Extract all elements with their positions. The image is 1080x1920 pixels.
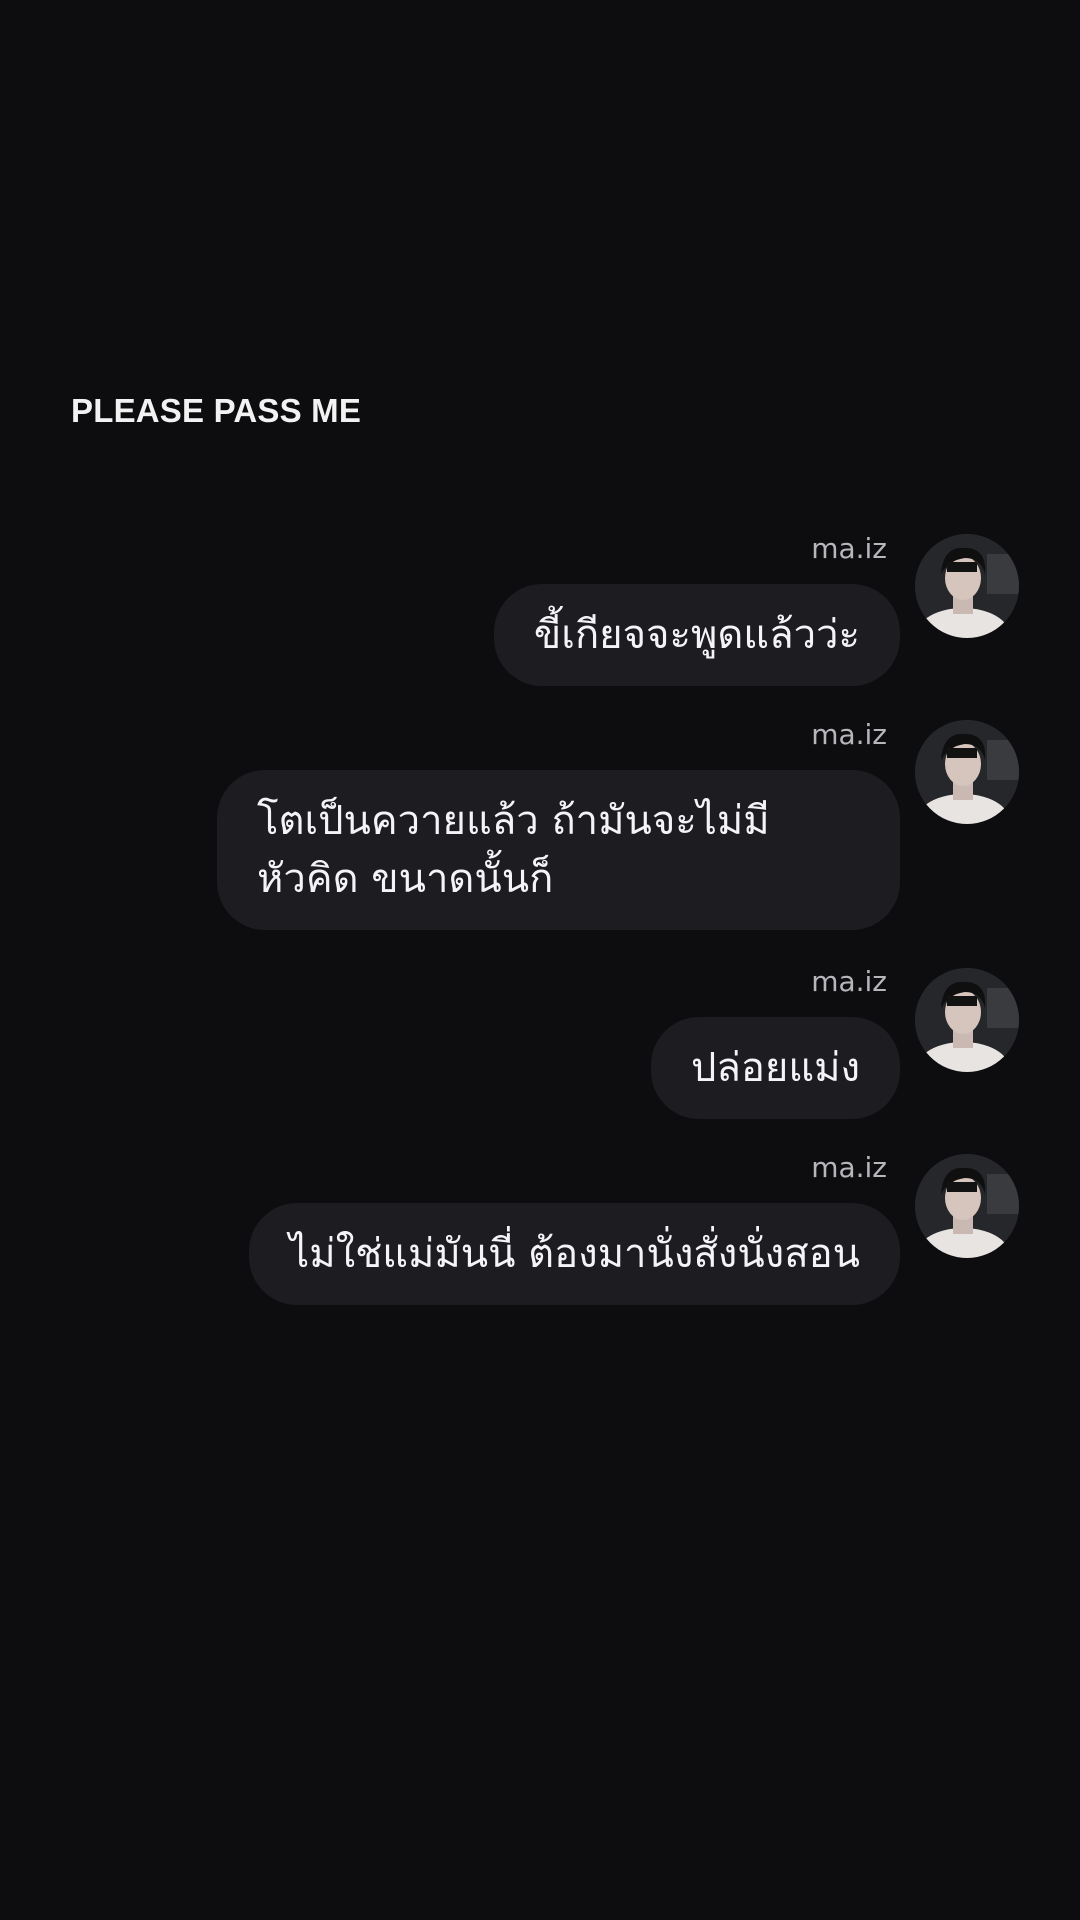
user-avatar-icon (915, 534, 1019, 638)
message-bubble[interactable]: ไม่ใช่แม่มันนี่ ต้องมานั่งสั่งนั่งสอน (249, 1203, 900, 1305)
page-title: PLEASE PASS ME (71, 392, 362, 429)
message-text: โตเป็นควายแล้ว ถ้ามันจะไม่มีหัวคิด ขนาดน… (257, 798, 770, 902)
sender-name: ma.iz (811, 965, 887, 998)
sender-name: ma.iz (811, 1151, 887, 1184)
sender-name: ma.iz (811, 532, 887, 565)
message-text: ขี้เกียจจะพูดแล้วว่ะ (533, 612, 860, 658)
story-screen: PLEASE PASS ME ma.iz ขี้เกียจจะพูดแล้วว่… (0, 0, 1080, 1920)
sender-name: ma.iz (811, 718, 887, 751)
message-bubble[interactable]: โตเป็นควายแล้ว ถ้ามันจะไม่มีหัวคิด ขนาดน… (217, 770, 900, 930)
user-avatar-icon (915, 968, 1019, 1072)
message-bubble[interactable]: ปล่อยแม่ง (650, 1017, 900, 1119)
message-text: ปล่อยแม่ง (690, 1045, 860, 1091)
message-text: ไม่ใช่แม่มันนี่ ต้องมานั่งสั่งนั่งสอน (289, 1231, 860, 1277)
avatar[interactable] (915, 968, 1019, 1072)
message-bubble[interactable]: ขี้เกียจจะพูดแล้วว่ะ (493, 584, 900, 686)
avatar[interactable] (915, 534, 1019, 638)
avatar[interactable] (915, 1154, 1019, 1258)
avatar[interactable] (915, 720, 1019, 824)
user-avatar-icon (915, 1154, 1019, 1258)
user-avatar-icon (915, 720, 1019, 824)
